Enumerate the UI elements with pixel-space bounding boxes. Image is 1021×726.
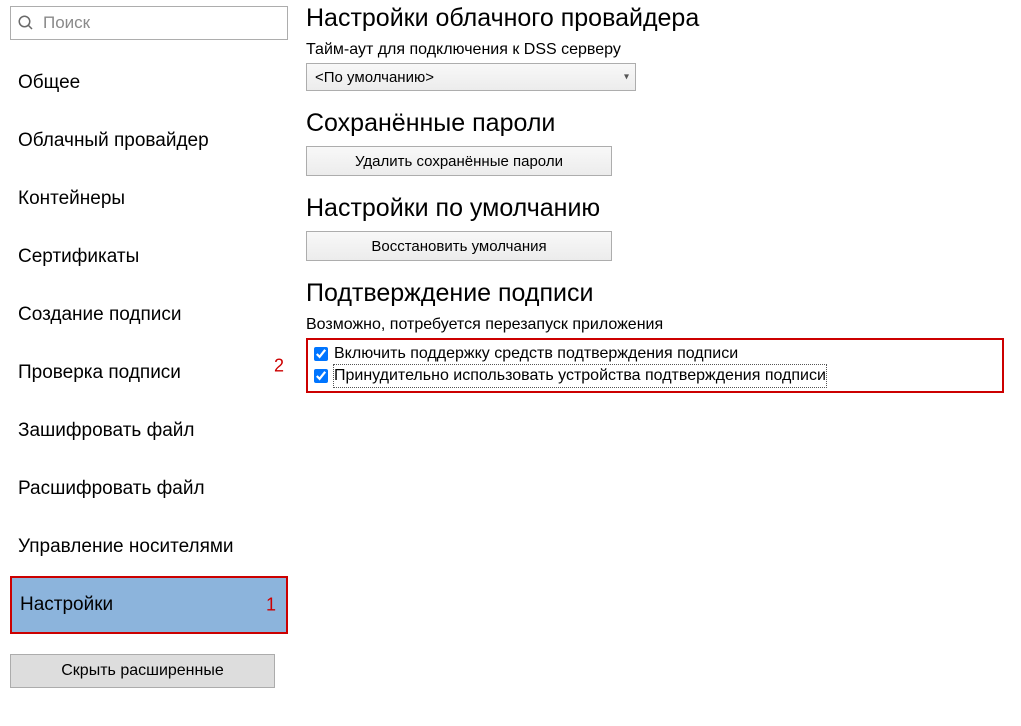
checkbox-enable-support[interactable]: [314, 347, 328, 361]
button-label: Восстановить умолчания: [371, 238, 546, 255]
sidebar-item-label: Расшифровать файл: [18, 478, 205, 500]
sidebar-item-verify-sign[interactable]: Проверка подписи: [10, 344, 288, 402]
checkbox-enable-support-row[interactable]: Включить поддержку средств подтверждения…: [312, 343, 994, 365]
sidebar-item-cloud[interactable]: Облачный провайдер: [10, 112, 288, 170]
main-panel: Настройки облачного провайдера Тайм-аут …: [296, 0, 1021, 726]
saved-passwords-heading: Сохранённые пароли: [306, 109, 1011, 138]
sidebar-item-label: Создание подписи: [18, 304, 182, 326]
checkbox-label: Принудительно использовать устройства по…: [334, 365, 826, 387]
restore-defaults-button[interactable]: Восстановить умолчания: [306, 231, 612, 261]
hide-advanced-button[interactable]: Скрыть расширенные: [10, 654, 275, 688]
button-label: Удалить сохранённые пароли: [355, 153, 563, 170]
sidebar-item-label: Сертификаты: [18, 246, 139, 268]
timeout-label: Тайм-аут для подключения к DSS серверу: [306, 41, 1011, 59]
search-input[interactable]: [41, 12, 287, 34]
sidebar-item-label: Зашифровать файл: [18, 420, 194, 442]
cloud-provider-heading: Настройки облачного провайдера: [306, 4, 1011, 33]
confirm-hint: Возможно, потребуется перезапуск приложе…: [306, 316, 1011, 334]
sidebar-item-label: Контейнеры: [18, 188, 125, 210]
search-icon: [11, 14, 41, 32]
checkbox-force-device[interactable]: [314, 369, 328, 383]
checkbox-force-device-row[interactable]: Принудительно использовать устройства по…: [312, 365, 994, 387]
button-label: Скрыть расширенные: [61, 662, 224, 680]
chevron-down-icon: ▾: [624, 72, 629, 83]
sidebar: Общее Облачный провайдер Контейнеры Серт…: [0, 0, 296, 726]
sidebar-item-settings[interactable]: Настройки 1: [10, 576, 288, 634]
sidebar-item-media[interactable]: Управление носителями: [10, 518, 288, 576]
app-root: Общее Облачный провайдер Контейнеры Серт…: [0, 0, 1021, 726]
confirm-heading: Подтверждение подписи: [306, 279, 1011, 308]
sidebar-item-general[interactable]: Общее: [10, 54, 288, 112]
confirm-checkbox-group: 2 Включить поддержку средств подтвержден…: [306, 338, 1004, 393]
defaults-heading: Настройки по умолчанию: [306, 194, 1011, 223]
sidebar-item-decrypt[interactable]: Расшифровать файл: [10, 460, 288, 518]
sidebar-item-label: Проверка подписи: [18, 362, 181, 384]
sidebar-item-label: Управление носителями: [18, 536, 234, 558]
sidebar-item-containers[interactable]: Контейнеры: [10, 170, 288, 228]
search-box[interactable]: [10, 6, 288, 40]
checkbox-label: Включить поддержку средств подтверждения…: [334, 343, 738, 365]
sidebar-item-label: Настройки: [20, 594, 113, 616]
annotation-label-2: 2: [274, 355, 284, 376]
timeout-select[interactable]: <По умолчанию> ▾: [306, 63, 636, 91]
sidebar-item-certificates[interactable]: Сертификаты: [10, 228, 288, 286]
sidebar-item-create-sign[interactable]: Создание подписи: [10, 286, 288, 344]
sidebar-item-label: Облачный провайдер: [18, 130, 209, 152]
annotation-label-1: 1: [266, 595, 276, 616]
delete-passwords-button[interactable]: Удалить сохранённые пароли: [306, 146, 612, 176]
sidebar-item-encrypt[interactable]: Зашифровать файл: [10, 402, 288, 460]
select-value: <По умолчанию>: [315, 69, 434, 86]
sidebar-item-label: Общее: [18, 72, 80, 94]
